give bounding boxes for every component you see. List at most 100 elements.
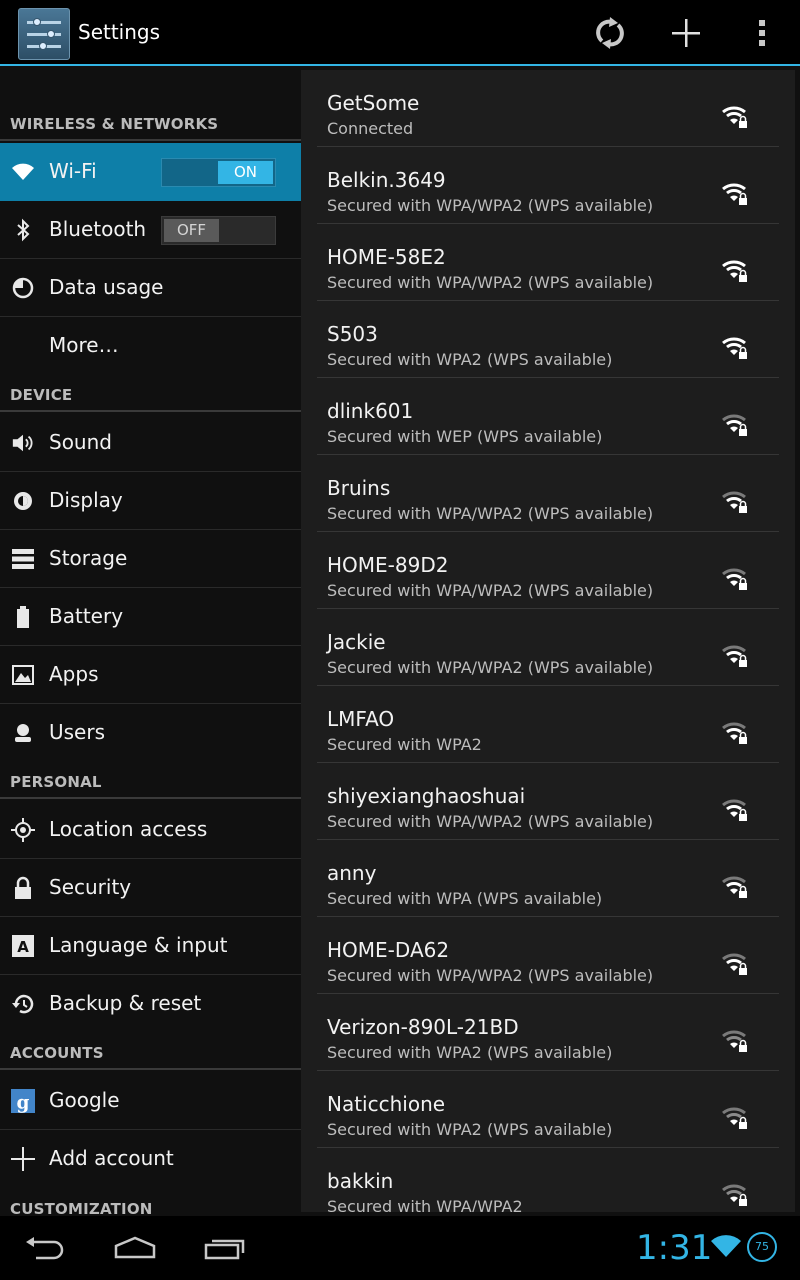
wifi-signal-lock-icon — [721, 1104, 749, 1130]
wifi-signal-lock-icon — [721, 796, 749, 822]
network-item[interactable]: shiyexianghaoshuai Secured with WPA/WPA2 … — [317, 763, 779, 840]
battery-icon — [11, 605, 35, 629]
speaker-icon — [11, 431, 35, 455]
sidebar-item-storage[interactable]: Storage — [0, 530, 301, 588]
section-header-wireless: WIRELESS & NETWORKS — [0, 93, 301, 141]
network-ssid: HOME-58E2 — [327, 245, 446, 269]
sidebar-item-apps[interactable]: Apps — [0, 646, 301, 704]
sidebar-item-sound[interactable]: Sound — [0, 414, 301, 472]
user-icon — [11, 721, 35, 745]
wifi-icon — [11, 160, 35, 184]
wifi-signal-lock-icon — [721, 950, 749, 976]
network-security-status: Secured with WEP (WPS available) — [327, 427, 603, 446]
network-item[interactable]: LMFAO Secured with WPA2 — [317, 686, 779, 763]
network-ssid: S503 — [327, 322, 378, 346]
plus-icon — [672, 19, 700, 47]
network-item[interactable]: dlink601 Secured with WEP (WPS available) — [317, 378, 779, 455]
keyboard-a-icon: A — [11, 934, 35, 958]
network-ssid: Verizon-890L-21BD — [327, 1015, 519, 1039]
bluetooth-icon — [11, 218, 35, 242]
network-ssid: LMFAO — [327, 707, 395, 731]
network-ssid: Jackie — [327, 630, 386, 654]
wifi-signal-lock-icon — [721, 719, 749, 745]
network-security-status: Secured with WPA2 (WPS available) — [327, 1120, 613, 1139]
settings-headers-list: WIRELESS & NETWORKS Wi-Fi ON Bluetooth O… — [0, 68, 301, 1216]
status-battery-indicator: 75 — [747, 1232, 777, 1262]
navigation-bar: 1:31 75 — [0, 1216, 800, 1280]
network-security-status: Secured with WPA2 — [327, 735, 482, 754]
network-security-status: Secured with WPA2 (WPS available) — [327, 1043, 613, 1062]
network-item[interactable]: HOME-DA62 Secured with WPA/WPA2 (WPS avai… — [317, 917, 779, 994]
network-ssid: dlink601 — [327, 399, 414, 423]
network-item[interactable]: Naticchione Secured with WPA2 (WPS availa… — [317, 1071, 779, 1148]
network-item[interactable]: Belkin.3649 Secured with WPA/WPA2 (WPS av… — [317, 147, 779, 224]
wifi-label: Wi-Fi — [49, 159, 97, 183]
wifi-signal-lock-icon — [721, 873, 749, 899]
sidebar-item-bluetooth[interactable]: Bluetooth OFF — [0, 201, 301, 259]
wifi-signal-lock-icon — [721, 257, 749, 283]
sidebar-item-data-usage[interactable]: Data usage — [0, 259, 301, 317]
home-icon — [114, 1236, 156, 1259]
sidebar-item-wifi[interactable]: Wi-Fi ON — [0, 143, 301, 201]
network-item[interactable]: HOME-58E2 Secured with WPA/WPA2 (WPS avai… — [317, 224, 779, 301]
wps-icon — [596, 17, 624, 49]
data-usage-icon — [11, 276, 35, 300]
sidebar-item-battery[interactable]: Battery — [0, 588, 301, 646]
network-ssid: HOME-DA62 — [327, 938, 450, 962]
network-item[interactable]: bakkin Secured with WPA/WPA2 — [317, 1148, 779, 1212]
network-item[interactable]: Bruins Secured with WPA/WPA2 (WPS availab… — [317, 455, 779, 532]
bluetooth-label: Bluetooth — [49, 217, 147, 241]
wifi-signal-lock-icon — [721, 1027, 749, 1053]
network-item[interactable]: S503 Secured with WPA2 (WPS available) — [317, 301, 779, 378]
action-bar: Settings — [0, 0, 800, 66]
network-ssid: Bruins — [327, 476, 391, 500]
settings-app-icon[interactable] — [18, 8, 70, 60]
wifi-signal-lock-icon — [721, 642, 749, 668]
network-security-status: Secured with WPA/WPA2 — [327, 1197, 523, 1212]
network-item[interactable]: HOME-89D2 Secured with WPA/WPA2 (WPS avai… — [317, 532, 779, 609]
wps-push-button[interactable] — [585, 10, 635, 56]
brightness-icon — [11, 489, 35, 513]
add-network-button[interactable] — [661, 10, 711, 56]
recent-apps-button[interactable] — [190, 1228, 260, 1268]
network-security-status: Secured with WPA/WPA2 (WPS available) — [327, 273, 654, 292]
backup-restore-icon — [11, 992, 35, 1016]
network-item[interactable]: Jackie Secured with WPA/WPA2 (WPS availab… — [317, 609, 779, 686]
back-icon — [26, 1237, 64, 1260]
overflow-menu-button[interactable] — [737, 10, 787, 56]
network-item[interactable]: Verizon-890L-21BD Secured with WPA2 (WPS … — [317, 994, 779, 1071]
bluetooth-toggle[interactable]: OFF — [161, 216, 276, 245]
network-security-status: Connected — [327, 119, 414, 138]
network-ssid: Naticchione — [327, 1092, 446, 1116]
status-wifi-icon — [710, 1233, 742, 1263]
storage-icon — [11, 547, 35, 571]
section-header-personal: PERSONAL — [0, 751, 301, 799]
network-security-status: Secured with WPA/WPA2 (WPS available) — [327, 966, 654, 985]
network-security-status: Secured with WPA/WPA2 (WPS available) — [327, 581, 654, 600]
wifi-toggle[interactable]: ON — [161, 158, 276, 187]
wifi-signal-lock-icon — [721, 334, 749, 360]
home-button[interactable] — [100, 1228, 170, 1268]
section-header-device: DEVICE — [0, 364, 301, 412]
network-security-status: Secured with WPA/WPA2 (WPS available) — [327, 196, 654, 215]
network-item[interactable]: anny Secured with WPA (WPS available) — [317, 840, 779, 917]
overflow-menu-icon — [759, 20, 765, 46]
lock-icon — [11, 876, 35, 900]
network-security-status: Secured with WPA/WPA2 (WPS available) — [327, 658, 654, 677]
more-label: More… — [49, 333, 119, 357]
back-button[interactable] — [10, 1228, 80, 1268]
network-security-status: Secured with WPA2 (WPS available) — [327, 350, 613, 369]
network-security-status: Secured with WPA/WPA2 (WPS available) — [327, 504, 654, 523]
sidebar-item-language[interactable]: A Language & input — [0, 917, 301, 975]
sidebar-item-location[interactable]: Location access — [0, 801, 301, 859]
network-ssid: shiyexianghaoshuai — [327, 784, 526, 808]
section-header-customization: CUSTOMIZATION — [10, 1200, 153, 1216]
network-ssid: anny — [327, 861, 377, 885]
wifi-signal-lock-icon — [721, 411, 749, 437]
sidebar-item-display[interactable]: Display — [0, 472, 301, 530]
network-item[interactable]: GetSome Connected — [317, 70, 779, 147]
apps-icon — [11, 663, 35, 687]
network-security-status: Secured with WPA/WPA2 (WPS available) — [327, 812, 654, 831]
sidebar-item-security[interactable]: Security — [0, 859, 301, 917]
sidebar-item-google[interactable]: g Google — [0, 1072, 301, 1130]
